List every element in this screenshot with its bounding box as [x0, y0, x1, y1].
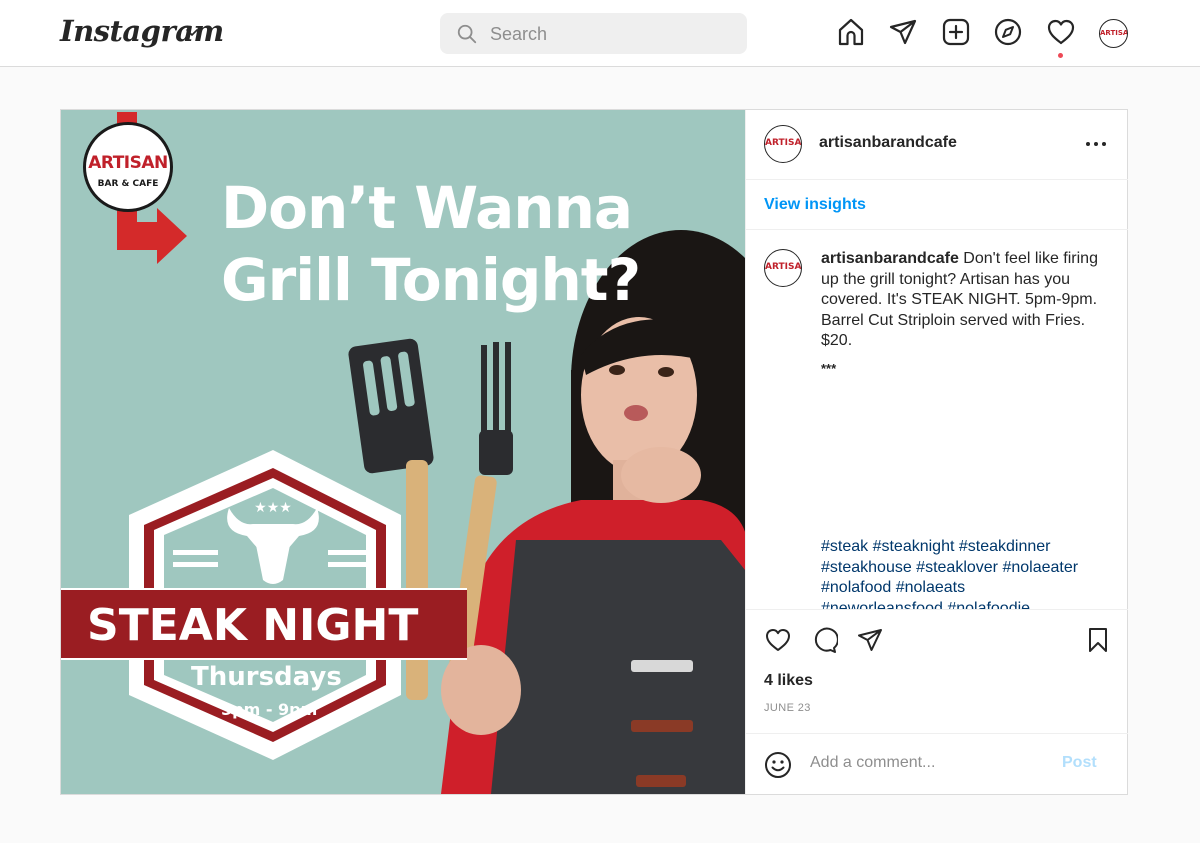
- badge-day: Thursdays: [191, 662, 342, 692]
- insights-row: View insights: [746, 180, 1128, 230]
- likes-count[interactable]: 4 likes: [764, 672, 813, 690]
- comment-icon[interactable]: [810, 626, 838, 654]
- direct-message-icon[interactable]: [888, 17, 918, 47]
- comment-input[interactable]: [810, 754, 1050, 772]
- steak-night-label: STEAK NIGHT: [87, 600, 419, 651]
- profile-avatar[interactable]: ARTISAN: [1099, 19, 1128, 48]
- top-navigation-bar: Instagram Search ARTISAN: [0, 0, 1200, 67]
- new-post-icon[interactable]: [941, 17, 971, 47]
- caption-avatar[interactable]: ARTISAN: [764, 249, 802, 287]
- hashtag-line[interactable]: #steakhouse #steaklover #nolaeater: [821, 558, 1111, 579]
- caption-area[interactable]: ARTISAN artisanbarandcafe Don't feel lik…: [746, 231, 1128, 609]
- headline-line-1: Don’t Wanna: [221, 174, 633, 242]
- post-card: ★★★ Don’t Wanna Grill Tonight? ARTISAN B…: [60, 109, 1128, 795]
- more-options-icon[interactable]: [1084, 132, 1108, 156]
- hashtags: #steak #steaknight #steakdinner #steakho…: [821, 537, 1111, 609]
- author-username[interactable]: artisanbarandcafe: [819, 134, 957, 152]
- brand-logo-sign: ARTISAN BAR & CAFE: [83, 122, 173, 212]
- home-icon[interactable]: [836, 17, 866, 47]
- search-placeholder[interactable]: Search: [490, 24, 547, 45]
- post-actions: 4 likes JUNE 23: [746, 609, 1128, 733]
- post-side-panel: ARTISAN artisanbarandcafe View insights …: [745, 110, 1128, 794]
- chevron-down-icon[interactable]: [184, 24, 200, 40]
- headline-line-2: Grill Tonight?: [221, 246, 641, 314]
- post-image[interactable]: ★★★ Don’t Wanna Grill Tonight? ARTISAN B…: [61, 110, 745, 794]
- svg-text:★★★: ★★★: [254, 500, 292, 516]
- hashtag-line[interactable]: #steak #steaknight #steakdinner: [821, 537, 1111, 558]
- emoji-icon[interactable]: [764, 751, 792, 779]
- view-insights-link[interactable]: View insights: [764, 196, 866, 214]
- post-date: JUNE 23: [764, 702, 811, 714]
- post-headline: Don’t Wanna Grill Tonight?: [221, 172, 741, 316]
- activity-heart-icon[interactable]: [1046, 17, 1076, 47]
- post-comment-button[interactable]: Post: [1062, 754, 1097, 772]
- search-icon: [457, 24, 477, 44]
- author-avatar[interactable]: ARTISAN: [764, 125, 802, 163]
- comment-row: Post: [746, 733, 1128, 794]
- caption-text: artisanbarandcafe Don't feel like firing…: [821, 249, 1103, 352]
- hashtag-line[interactable]: #neworleansfood #nolafoodie: [821, 599, 1111, 609]
- explore-icon[interactable]: [993, 17, 1023, 47]
- share-icon[interactable]: [856, 626, 884, 654]
- badge-time: 5pm - 9pm: [221, 700, 318, 719]
- brand-logo-sub: BAR & CAFE: [97, 179, 159, 189]
- search-box[interactable]: Search: [440, 13, 747, 54]
- hashtag-line[interactable]: #nolafood #nolaeats: [821, 578, 1111, 599]
- steak-night-banner: STEAK NIGHT: [61, 588, 467, 660]
- brand-logo-name: ARTISAN: [88, 153, 168, 173]
- bookmark-icon[interactable]: [1084, 626, 1112, 654]
- post-header: ARTISAN artisanbarandcafe: [746, 110, 1128, 180]
- like-heart-icon[interactable]: [764, 626, 792, 654]
- caption-separator: ***: [821, 361, 837, 376]
- caption-username[interactable]: artisanbarandcafe: [821, 250, 959, 267]
- notification-dot: [1058, 53, 1063, 58]
